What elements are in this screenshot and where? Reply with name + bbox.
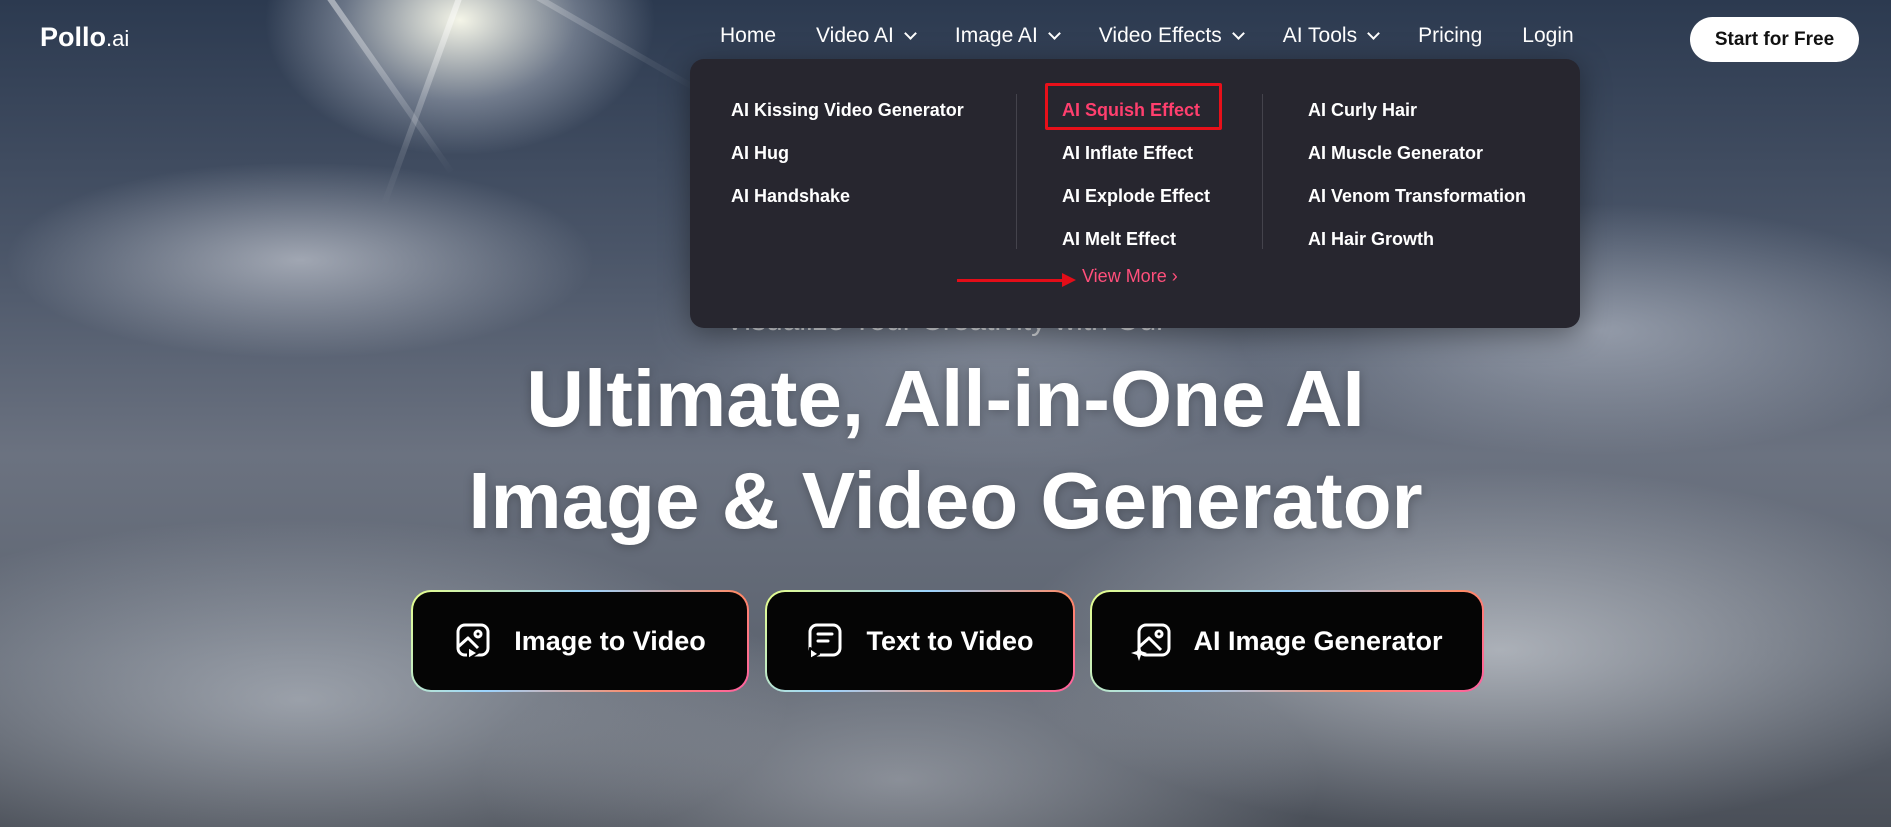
dropdown-item-ai-venom-transformation[interactable]: AI Venom Transformation [1308, 175, 1526, 218]
annotation-arrow-line [957, 279, 1065, 282]
image-to-video-button[interactable]: Image to Video [411, 590, 749, 692]
ai-image-icon [1131, 623, 1171, 661]
highlight-annotation-box [1045, 83, 1222, 130]
nav-login[interactable]: Login [1522, 24, 1573, 48]
nav-label: Home [720, 24, 777, 47]
sun-ray [471, 0, 700, 93]
dropdown-item-ai-inflate-effect[interactable]: AI Inflate Effect [1062, 132, 1210, 175]
column-divider [1016, 94, 1017, 249]
dropdown-column-1: AI Kissing Video Generator AI Hug AI Han… [731, 89, 964, 218]
nav-label: AI Tools [1282, 24, 1358, 47]
image-to-video-icon [456, 623, 490, 660]
dropdown-item-ai-curly-hair[interactable]: AI Curly Hair [1308, 89, 1526, 132]
dropdown-column-3: AI Curly Hair AI Muscle Generator AI Ven… [1308, 89, 1526, 261]
start-for-free-button[interactable]: Start for Free [1690, 17, 1859, 62]
nav-label: Login [1522, 24, 1574, 47]
nav-label: Image AI [954, 24, 1038, 47]
ai-image-generator-button[interactable]: AI Image Generator [1090, 590, 1484, 692]
dropdown-item-ai-muscle-generator[interactable]: AI Muscle Generator [1308, 132, 1526, 175]
text-to-video-icon [808, 623, 842, 660]
cta-label: Text to Video [866, 625, 1034, 656]
main-nav: Home Video AI Image AI Video Effects AI … [720, 24, 1614, 48]
cta-label: Image to Video [514, 625, 706, 656]
chevron-down-icon [1231, 27, 1245, 40]
headline-line-1: Ultimate, All-in-One AI [526, 354, 1365, 443]
nav-video-effects[interactable]: Video Effects [1098, 24, 1245, 48]
dropdown-item-ai-hug[interactable]: AI Hug [731, 132, 964, 175]
headline-line-2: Image & Video Generator [468, 456, 1423, 545]
view-more-link[interactable]: View More › [1082, 266, 1178, 287]
column-divider [1262, 94, 1263, 249]
chevron-down-icon [904, 27, 917, 40]
nav-ai-tools[interactable]: AI Tools [1282, 24, 1380, 48]
nav-label: Video Effects [1098, 24, 1222, 47]
logo-main: Pollo [40, 22, 106, 52]
video-effects-dropdown: AI Kissing Video Generator AI Hug AI Han… [690, 59, 1580, 328]
chevron-down-icon [1367, 27, 1380, 40]
nav-label: Video AI [816, 24, 894, 47]
dropdown-item-ai-handshake[interactable]: AI Handshake [731, 175, 964, 218]
cta-label: AI Image Generator [1193, 625, 1443, 656]
nav-pricing[interactable]: Pricing [1418, 24, 1482, 48]
text-to-video-button[interactable]: Text to Video [765, 590, 1075, 692]
chevron-down-icon [1047, 27, 1061, 40]
annotation-arrow-icon [1062, 273, 1076, 287]
sun-ray [381, 0, 476, 206]
nav-image-ai[interactable]: Image AI [954, 24, 1061, 48]
nav-home[interactable]: Home [720, 24, 776, 48]
sun-ray [300, 0, 455, 175]
nav-video-ai[interactable]: Video AI [816, 24, 917, 48]
dropdown-item-ai-hair-growth[interactable]: AI Hair Growth [1308, 218, 1526, 261]
dropdown-item-ai-explode-effect[interactable]: AI Explode Effect [1062, 175, 1210, 218]
hero-headline: Ultimate, All-in-One AI Image & Video Ge… [0, 348, 1891, 552]
dropdown-item-ai-melt-effect[interactable]: AI Melt Effect [1062, 218, 1210, 261]
dropdown-item-ai-kissing-video-generator[interactable]: AI Kissing Video Generator [731, 89, 964, 132]
logo-suffix: .ai [106, 26, 130, 51]
pollo-logo[interactable]: Pollo.ai [40, 22, 129, 53]
nav-label: Pricing [1418, 24, 1483, 47]
hero-cta-row: Image to Video Text to Video AI Image Ge… [411, 590, 1484, 692]
